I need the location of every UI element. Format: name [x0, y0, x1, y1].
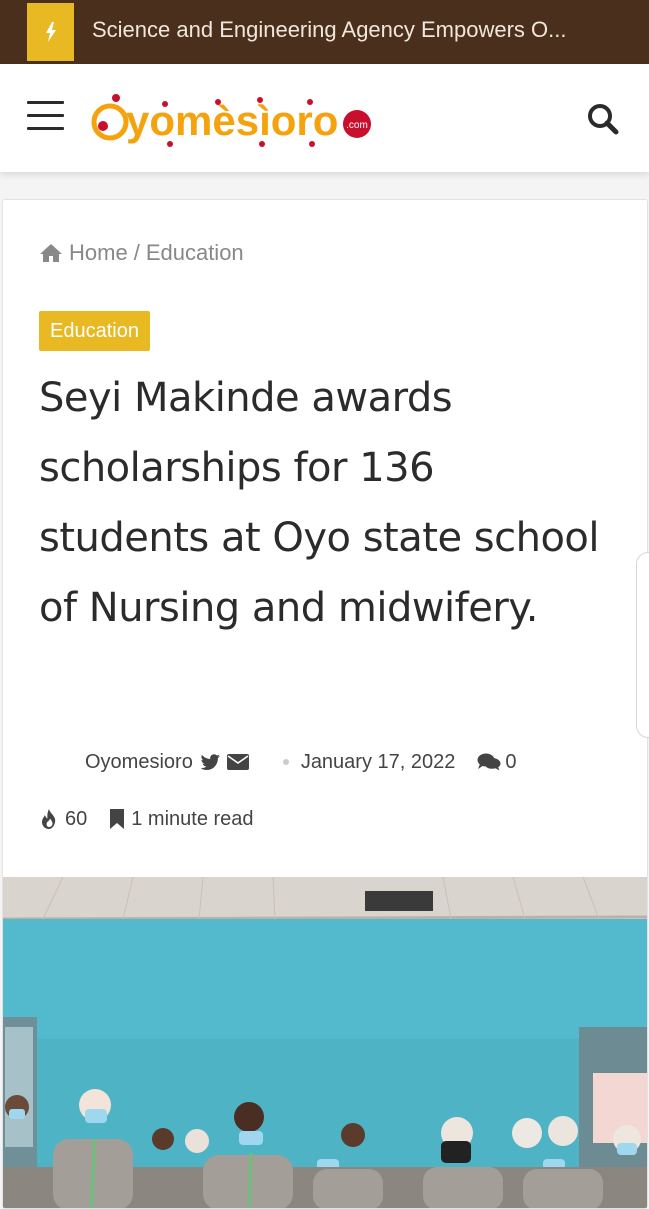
view-count: 60: [65, 807, 88, 830]
comments-count[interactable]: 0: [505, 751, 516, 774]
publish-date: January 17, 2022: [300, 750, 456, 773]
comments-icon[interactable]: [477, 753, 501, 771]
site-header: yomèsìoro .com: [0, 64, 649, 172]
logo-text: yomèsìoro: [126, 97, 338, 144]
author-link[interactable]: Oyomesioro: [85, 751, 193, 774]
article-card: Home / Education Education Seyi Makinde …: [2, 199, 648, 1209]
article-title: Seyi Makinde awards scholarships for 136…: [39, 375, 600, 631]
hamburger-icon-line: [27, 127, 64, 130]
category-badge[interactable]: Education: [39, 311, 150, 351]
envelope-icon[interactable]: [226, 754, 249, 770]
breadcrumb-home-link[interactable]: Home: [69, 240, 128, 266]
home-icon: [40, 244, 62, 262]
meta-separator-dot: [282, 759, 289, 765]
side-scroll-tab[interactable]: [636, 552, 649, 738]
logo-suffix: .com: [346, 120, 368, 131]
hamburger-icon-line: [27, 114, 64, 117]
featured-image[interactable]: [3, 877, 647, 1208]
news-ticker-link[interactable]: Science and Engineering Agency Empowers …: [92, 0, 632, 64]
breadcrumb-current: Education: [145, 240, 244, 265]
breadcrumb: Home / Education: [39, 240, 244, 266]
search-button[interactable]: [586, 102, 622, 138]
featured-photo-graphic: [3, 877, 647, 1208]
search-icon: [588, 104, 619, 135]
bookmark-icon: [110, 809, 125, 829]
hamburger-menu-button[interactable]: [27, 101, 64, 133]
site-logo[interactable]: yomèsìoro .com: [90, 90, 380, 150]
logo-graphic: yomèsìoro .com: [91, 94, 371, 147]
article-meta-secondary: 60 1 minute read: [39, 806, 254, 832]
bolt-icon: [45, 22, 56, 42]
breadcrumb-separator: /: [133, 240, 140, 265]
read-time: 1 minute read: [131, 807, 254, 830]
flash-badge: [27, 3, 74, 61]
flame-icon: [42, 809, 56, 829]
breaking-news-bar: Science and Engineering Agency Empowers …: [0, 0, 649, 64]
article-meta-primary: Oyomesioro January 17, 2022 0: [85, 749, 517, 775]
twitter-icon[interactable]: [200, 753, 221, 771]
hamburger-icon: [27, 101, 64, 104]
